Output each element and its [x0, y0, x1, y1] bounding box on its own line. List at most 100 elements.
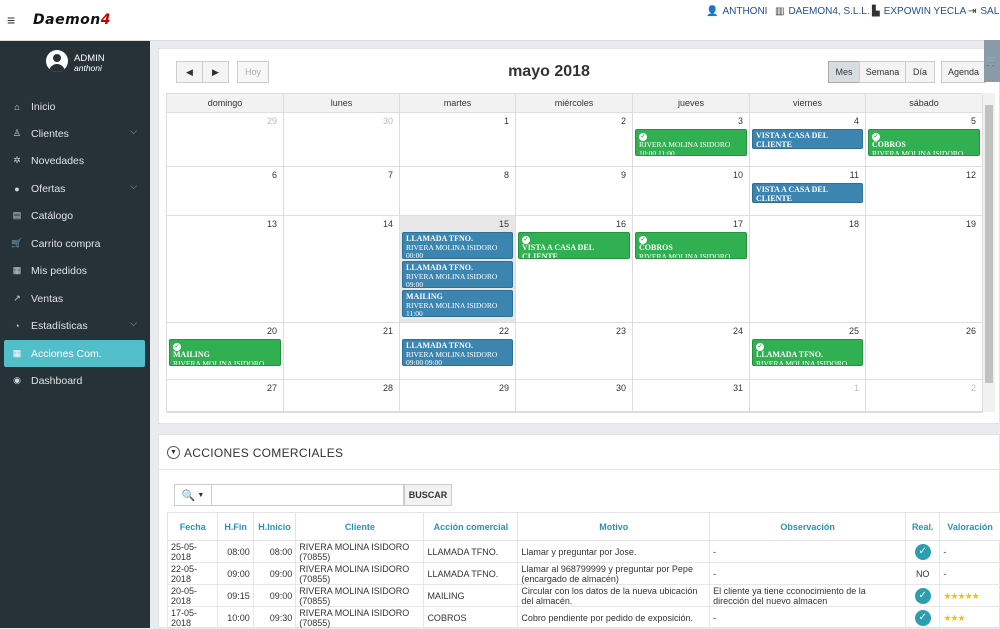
column-header[interactable]: H.Fin	[218, 513, 253, 541]
user-link[interactable]: 👤ANTHONI	[706, 6, 767, 17]
weekday-header: viernes	[750, 94, 866, 113]
column-header[interactable]: Fecha	[168, 513, 218, 541]
day-cell[interactable]: 28	[284, 380, 400, 412]
day-cell[interactable]: 2	[866, 380, 983, 412]
day-number: 10	[733, 170, 743, 180]
day-cell[interactable]: 26	[866, 323, 983, 379]
calendar-event[interactable]: VISTA A CASA DEL CLIENTEEXPOSICION	[752, 183, 863, 203]
day-cell[interactable]: 6	[167, 167, 284, 215]
scrollbar-thumb[interactable]	[985, 105, 993, 383]
search-input[interactable]	[212, 484, 404, 506]
calendar-event[interactable]: LLAMADA TFNO.RIVERA MOLINA ISIDORO09:00 …	[402, 339, 513, 366]
day-number: 1	[854, 383, 859, 393]
day-cell[interactable]: 2	[516, 113, 633, 166]
sidebar-item-6[interactable]: 🛒Carrito compra	[4, 230, 145, 257]
table-row[interactable]: 17-05-201810:0009:30RIVERA MOLINA ISIDOR…	[168, 607, 1000, 629]
sidebar-item-8[interactable]: ↗Ventas	[4, 285, 145, 312]
day-cell[interactable]: 13	[167, 216, 284, 322]
day-cell[interactable]: 9	[516, 167, 633, 215]
day-cell[interactable]: 30	[516, 380, 633, 412]
sidebar-item-9[interactable]: ◔Estadísticas⌵	[4, 312, 145, 339]
day-cell[interactable]: 15 LLAMADA TFNO.RIVERA MOLINA ISIDORO00:0…	[400, 216, 516, 322]
menu-icon[interactable]: ≡	[7, 12, 15, 28]
table-row[interactable]: 22-05-201809:0009:00RIVERA MOLINA ISIDOR…	[168, 563, 1000, 585]
sidebar-item-10[interactable]: ▦Acciones Com.	[4, 340, 145, 367]
calendar-scrollbar[interactable]	[983, 93, 995, 412]
view-week-button[interactable]: Semana	[859, 61, 906, 83]
column-header[interactable]: H.Inicio	[253, 513, 295, 541]
cart-tab[interactable]: 🛒	[984, 40, 1000, 82]
day-cell[interactable]: 4VISTA A CASA DEL CLIENTERIVERA MOLINA I…	[750, 113, 866, 166]
column-header[interactable]: Cliente	[296, 513, 424, 541]
column-header[interactable]: Acción comercial	[424, 513, 518, 541]
day-cell[interactable]: 21	[284, 323, 400, 379]
sidebar-item-5[interactable]: ▤Catálogo	[4, 202, 145, 229]
day-cell[interactable]: 19	[866, 216, 983, 322]
day-cell[interactable]: 16✓VISTA A CASA DEL CLIENTERIVERA MOLINA…	[516, 216, 633, 322]
column-header[interactable]: Motivo	[518, 513, 710, 541]
day-cell[interactable]: 11VISTA A CASA DEL CLIENTEEXPOSICION	[750, 167, 866, 215]
day-cell[interactable]: 14	[284, 216, 400, 322]
user-role: anthoni	[74, 63, 102, 73]
calendar-event[interactable]: LLAMADA TFNO.RIVERA MOLINA ISIDORO00:00	[402, 232, 513, 259]
sidebar-item-11[interactable]: ◉Dashboard	[4, 367, 145, 394]
day-cell[interactable]: 22LLAMADA TFNO.RIVERA MOLINA ISIDORO09:0…	[400, 323, 516, 379]
day-cell[interactable]: 1	[750, 380, 866, 412]
day-cell[interactable]: 25✓LLAMADA TFNO.RIVERA MOLINA ISIDORO08:…	[750, 323, 866, 379]
sidebar-item-1[interactable]: ⌂Inicio	[4, 93, 145, 120]
column-header[interactable]: Observación	[710, 513, 906, 541]
calendar-event[interactable]: MAILINGRIVERA MOLINA ISIDORO11:00	[402, 290, 513, 317]
event-time: 09:00	[406, 281, 509, 288]
dashboard-icon: ◉	[10, 375, 24, 386]
check-circle-icon: ✓	[915, 544, 931, 560]
sidebar-item-7[interactable]: ▦Mis pedidos	[4, 257, 145, 284]
day-cell[interactable]: 29	[400, 380, 516, 412]
day-cell[interactable]: 1	[400, 113, 516, 166]
next-month-button[interactable]: ▶	[202, 61, 229, 83]
view-month-button[interactable]: Mes	[828, 61, 860, 83]
day-cell[interactable]: 29	[167, 113, 284, 166]
search-button[interactable]: BUSCAR	[404, 484, 452, 506]
day-cell[interactable]: 18	[750, 216, 866, 322]
store-link[interactable]: ▙EXPOWIN YECLA	[872, 6, 966, 17]
day-cell[interactable]: 3✓RIVERA MOLINA ISIDORO10:00 11:00	[633, 113, 750, 166]
day-cell[interactable]: 27	[167, 380, 284, 412]
logout-link[interactable]: ⇥SALIR	[968, 6, 1000, 17]
day-cell[interactable]: 31	[633, 380, 750, 412]
column-header[interactable]: Real.	[906, 513, 940, 541]
collapse-toggle-icon[interactable]: ▼	[167, 446, 180, 459]
calendar-event[interactable]: ✓COBROSRIVERA MOLINA ISIDORO	[868, 129, 980, 156]
column-header[interactable]: Valoración	[940, 513, 1000, 541]
calendar-event[interactable]: ✓VISTA A CASA DEL CLIENTERIVERA MOLINA I…	[518, 232, 630, 259]
calendar-icon: ▦	[10, 348, 24, 359]
day-cell[interactable]: 23	[516, 323, 633, 379]
calendar-event[interactable]: VISTA A CASA DEL CLIENTERIVERA MOLINA IS…	[752, 129, 863, 149]
sidebar-item-3[interactable]: ✲Novedades	[4, 147, 145, 174]
calendar-event[interactable]: LLAMADA TFNO.RIVERA MOLINA ISIDORO09:00	[402, 261, 513, 288]
event-client: RIVERA MOLINA ISIDORO	[639, 253, 743, 260]
calendar-event[interactable]: ✓COBROSRIVERA MOLINA ISIDORO09:30 10:00	[635, 232, 747, 259]
sidebar-item-4[interactable]: ●Ofertas⌵	[4, 175, 145, 202]
table-row[interactable]: 20-05-201809:1509:00RIVERA MOLINA ISIDOR…	[168, 585, 1000, 607]
calendar-event[interactable]: ✓LLAMADA TFNO.RIVERA MOLINA ISIDORO08:00…	[752, 339, 863, 366]
table-row[interactable]: 25-05-201808:0008:00RIVERA MOLINA ISIDOR…	[168, 541, 1000, 563]
calendar-event[interactable]: ✓MAILINGRIVERA MOLINA ISIDORO09:00 09:15	[169, 339, 281, 366]
search-filter-button[interactable]: 🔍▼	[174, 484, 212, 506]
today-button[interactable]: Hoy	[237, 61, 269, 83]
day-cell[interactable]: 17✓COBROSRIVERA MOLINA ISIDORO09:30 10:0…	[633, 216, 750, 322]
day-cell[interactable]: 12	[866, 167, 983, 215]
view-agenda-button[interactable]: Agenda	[941, 61, 986, 83]
sidebar-item-2[interactable]: ♙Clientes⌵	[4, 120, 145, 147]
prev-month-button[interactable]: ◀	[176, 61, 203, 83]
day-cell[interactable]: 10	[633, 167, 750, 215]
day-cell[interactable]: 5✓COBROSRIVERA MOLINA ISIDORO	[866, 113, 983, 166]
calendar-event[interactable]: ✓RIVERA MOLINA ISIDORO10:00 11:00	[635, 129, 747, 156]
day-cell[interactable]: 7	[284, 167, 400, 215]
day-cell[interactable]: 30	[284, 113, 400, 166]
day-cell[interactable]: 20✓MAILINGRIVERA MOLINA ISIDORO09:00 09:…	[167, 323, 284, 379]
view-day-button[interactable]: Día	[905, 61, 935, 83]
day-cell[interactable]: 24	[633, 323, 750, 379]
day-number: 15	[499, 219, 509, 229]
day-cell[interactable]: 8	[400, 167, 516, 215]
company-link[interactable]: ▥DAEMON4, S.L.L.	[775, 6, 870, 17]
